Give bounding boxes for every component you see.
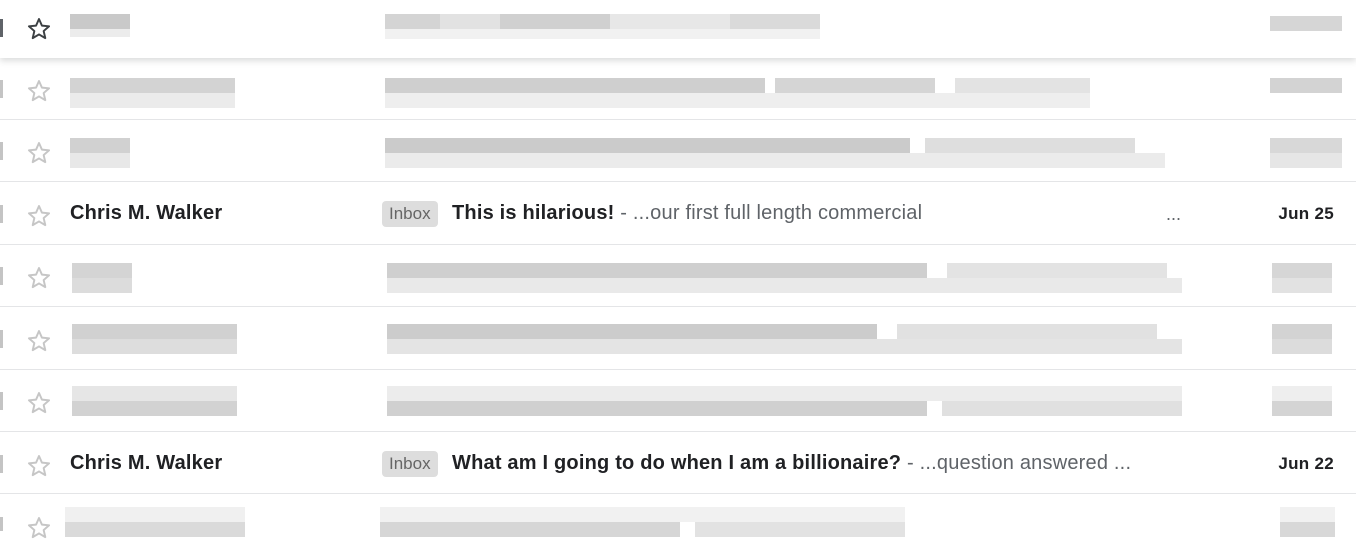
star-icon[interactable] (26, 140, 52, 166)
row-checkbox[interactable] (0, 80, 3, 98)
email-row-redacted[interactable] (0, 0, 1356, 58)
inbox-label-chip[interactable]: Inbox (382, 451, 438, 477)
inbox-label-chip[interactable]: Inbox (382, 201, 438, 227)
sender-name: Chris M. Walker (70, 452, 223, 474)
email-date: Jun 25 (1278, 204, 1334, 223)
redacted-date (1272, 324, 1332, 354)
email-row-redacted[interactable] (0, 120, 1356, 182)
redacted-sender (70, 14, 130, 44)
row-checkbox[interactable] (0, 455, 3, 473)
redacted-date (1270, 16, 1342, 46)
star-icon[interactable] (26, 453, 52, 479)
redacted-date (1272, 386, 1332, 416)
email-row-redacted[interactable] (0, 58, 1356, 120)
row-checkbox[interactable] (0, 267, 3, 285)
email-row-redacted[interactable] (0, 308, 1356, 370)
subject-separator: - (614, 202, 633, 224)
redacted-subject (385, 138, 1195, 168)
email-snippet: ...question answered ... (919, 452, 1132, 474)
redacted-subject (385, 14, 820, 44)
row-checkbox[interactable] (0, 19, 3, 37)
email-row-redacted[interactable] (0, 370, 1356, 432)
redacted-subject (385, 78, 1090, 108)
redacted-sender (65, 507, 245, 537)
sender-name: Chris M. Walker (70, 202, 223, 224)
star-icon[interactable] (26, 78, 52, 104)
redacted-subject (387, 324, 1182, 354)
email-snippet: ...our first full length commercial (632, 202, 923, 224)
redacted-sender (72, 386, 237, 416)
email-row[interactable]: Chris M. Walker Inbox This is hilarious!… (0, 183, 1356, 245)
email-row-redacted[interactable] (0, 245, 1356, 307)
email-subject-line: This is hilarious! - ...our first full l… (452, 202, 922, 225)
redacted-sender (70, 78, 235, 108)
email-subject: This is hilarious! (452, 202, 615, 224)
star-icon[interactable] (26, 390, 52, 416)
row-checkbox[interactable] (0, 205, 3, 223)
snippet-ellipsis: ... (1166, 204, 1182, 224)
email-row-redacted[interactable] (0, 495, 1356, 543)
redacted-date (1270, 138, 1342, 168)
row-checkbox[interactable] (0, 142, 3, 160)
redacted-subject (380, 507, 905, 537)
row-checkbox[interactable] (0, 392, 3, 410)
email-subject: What am I going to do when I am a billio… (452, 452, 902, 474)
subject-separator: - (901, 452, 920, 474)
star-icon[interactable] (26, 16, 52, 42)
row-checkbox[interactable] (0, 330, 3, 348)
redacted-date (1270, 78, 1342, 108)
star-icon[interactable] (26, 515, 52, 541)
redacted-sender (70, 138, 130, 168)
redacted-subject (387, 263, 1182, 293)
email-subject-line: What am I going to do when I am a billio… (452, 452, 1131, 475)
email-date: Jun 22 (1278, 454, 1334, 473)
redacted-date (1280, 507, 1335, 537)
star-icon[interactable] (26, 328, 52, 354)
redacted-sender (72, 263, 132, 293)
redacted-subject (387, 386, 1182, 416)
star-icon[interactable] (26, 265, 52, 291)
star-icon[interactable] (26, 203, 52, 229)
redacted-date (1272, 263, 1332, 293)
email-row[interactable]: Chris M. Walker Inbox What am I going to… (0, 433, 1356, 495)
redacted-sender (72, 324, 237, 354)
row-checkbox[interactable] (0, 517, 3, 531)
email-list: Chris M. Walker Inbox This is hilarious!… (0, 0, 1356, 543)
